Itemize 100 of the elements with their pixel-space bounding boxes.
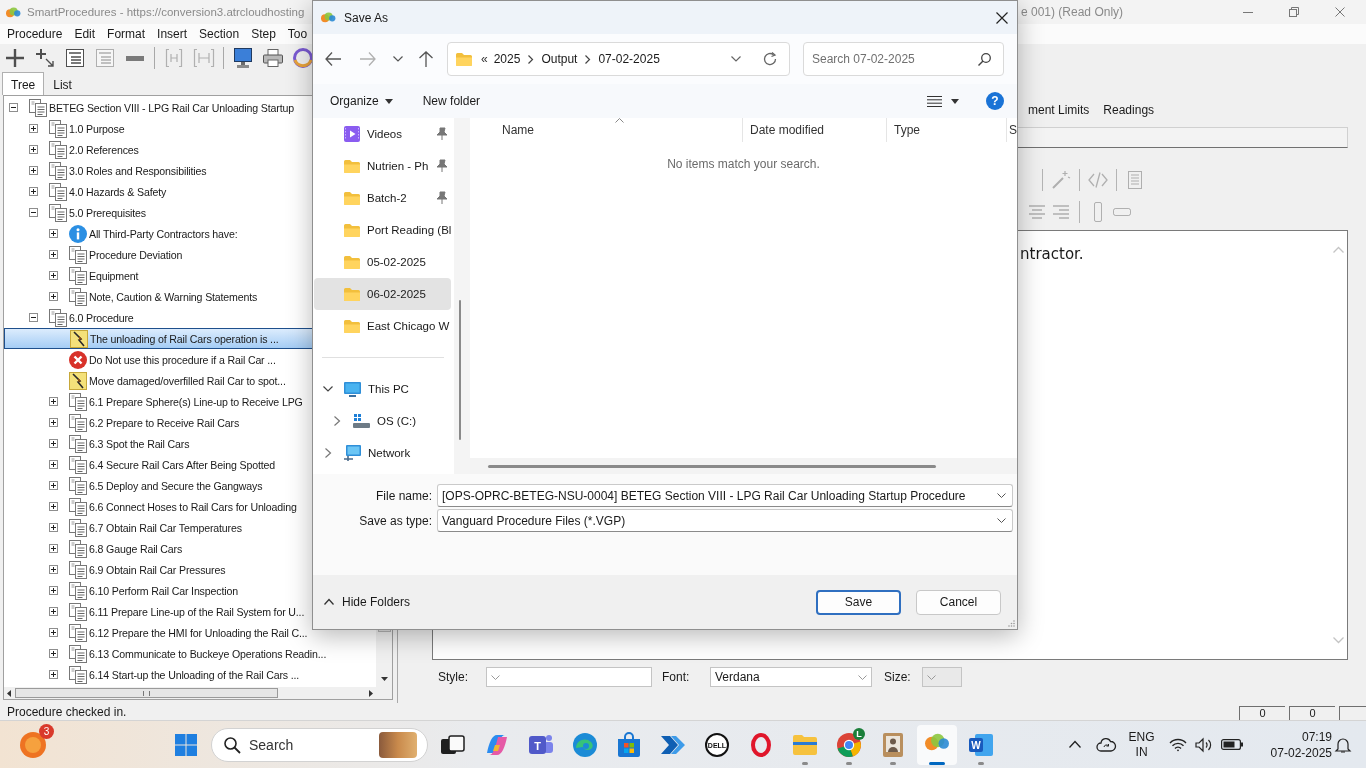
breadcrumb[interactable]: Output [541,52,578,66]
chevron-right-icon[interactable] [325,448,331,458]
taskbar-button[interactable]: T [521,724,561,765]
column-header[interactable]: Name [470,118,743,142]
scrollbar-thumb[interactable] [15,688,278,698]
column-header[interactable]: Type [887,118,1007,142]
tree-item[interactable]: 6.14 Start-up the Unloading of the Rail Cars ... [4,664,376,685]
expand-icon[interactable] [49,481,58,490]
tree-item[interactable]: 6.12 Prepare the HMI for Unloading the Rail C... [4,622,376,643]
breadcrumb[interactable]: 07-02-2025 [598,52,660,66]
expand-icon[interactable] [29,124,38,133]
vertical-scrollbar[interactable] [454,118,470,474]
horizontal-scrollbar[interactable] [470,458,1017,474]
expand-icon[interactable] [49,229,58,238]
tab[interactable]: Tree [2,72,45,95]
monitor-icon[interactable] [234,48,252,68]
tree-item[interactable]: Do Not use this procedure if a Rail Car ... [4,349,376,370]
refresh-icon[interactable] [763,52,777,66]
ring-icon[interactable] [293,48,313,68]
collapse-icon[interactable] [29,313,38,322]
plus-icon[interactable] [6,49,24,67]
help-button[interactable]: ? [986,92,1004,110]
taskbar-button[interactable]: W [961,724,1001,765]
wifi-icon[interactable] [1168,738,1187,751]
file-type-dropdown[interactable]: Vanguard Procedure Files (*.VGP) [437,509,1013,532]
expand-icon[interactable] [49,502,58,511]
expand-icon[interactable] [49,670,58,679]
sun-icon[interactable] [20,731,46,758]
expand-icon[interactable] [49,460,58,469]
printer-icon[interactable] [263,49,283,67]
file-name-field[interactable]: [OPS-OPRC-BETEG-NSU-0004] BETEG Section VIII - LPG Rail Car Unloading Startup Procedure [437,484,1013,507]
nav-item[interactable]: Network [314,437,451,469]
cancel-button[interactable]: Cancel [916,589,1001,615]
expand-icon[interactable] [49,586,58,595]
plus-arrow-icon[interactable] [36,49,54,67]
overflow-button[interactable]: « [481,52,488,66]
restore-icon[interactable] [1289,7,1299,17]
expand-icon[interactable] [29,166,38,175]
dropdown[interactable]: Verdana [710,667,872,687]
menu-item[interactable]: Format [101,27,152,41]
nav-item[interactable]: 06-02-2025 [314,278,451,310]
bell-icon[interactable] [1336,736,1350,753]
language-indicator[interactable]: ENG IN [1128,729,1155,760]
breadcrumb[interactable]: 2025 [493,52,521,66]
collapse-icon[interactable] [9,103,18,112]
toolbar-button[interactable]: Organize [330,94,393,108]
minimize-icon[interactable] [1243,11,1253,13]
tab[interactable]: ment Limits [1021,100,1097,120]
expand-icon[interactable] [49,565,58,574]
caret-down-icon[interactable] [951,98,959,104]
menu-item[interactable]: Step [245,27,282,41]
list-icon[interactable] [66,49,84,67]
toolbar-button[interactable]: New folder [422,94,481,108]
close-icon[interactable] [996,11,1008,24]
chevron-down-icon[interactable] [393,56,403,62]
expand-icon[interactable] [49,292,58,301]
expand-icon[interactable] [49,607,58,616]
search-field[interactable]: Search 07-02-2025 [803,42,1004,76]
tab[interactable]: Readings [1096,100,1162,120]
resize-grip-icon[interactable] [1008,620,1015,627]
chevron-right-icon[interactable] [334,416,340,426]
cloud-sync-icon[interactable] [1096,737,1115,752]
minus-icon[interactable] [126,55,144,61]
start-icon[interactable] [175,733,197,756]
expand-icon[interactable] [29,145,38,154]
up-arrow-icon[interactable] [419,51,433,67]
column-header[interactable]: S [1007,118,1017,142]
expand-icon[interactable] [49,439,58,448]
column-header[interactable]: Date modified [743,118,887,142]
menu-item[interactable]: Procedure [1,27,69,41]
save-button[interactable]: Save [816,589,901,615]
expand-icon[interactable] [49,397,58,406]
expand-icon[interactable] [49,649,58,658]
expand-icon[interactable] [49,628,58,637]
address-bar[interactable]: « 2025 Output 07-02-2025 [447,42,790,76]
expand-icon[interactable] [49,271,58,280]
expand-icon[interactable] [49,523,58,532]
list-view-icon[interactable] [927,95,942,107]
hide-folders-button[interactable]: Hide Folders [324,595,411,609]
tree-item[interactable]: 6.8 Gauge Rail Cars [4,538,376,559]
chevron-right-icon[interactable] [528,54,534,64]
search-field[interactable]: Search [211,727,428,762]
expand-icon[interactable] [49,544,58,553]
chevron-down-icon[interactable] [731,56,741,62]
tree-item[interactable]: 6.13 Communicate to Buckeye Operations Readin... [4,643,376,664]
chevron-right-icon[interactable] [585,54,591,64]
taskbar-button[interactable]: L [829,724,869,765]
menu-item[interactable]: Insert [151,27,194,41]
chevron-down-icon[interactable] [323,386,333,392]
menu-item[interactable]: Section [193,27,246,41]
tab[interactable]: List [44,74,81,95]
collapse-icon[interactable] [29,208,38,217]
battery-icon[interactable] [1220,739,1243,750]
menu-item[interactable]: Too [281,27,314,41]
tree-item[interactable]: 6.9 Obtain Rail Car Pressures [4,559,376,580]
tree-item[interactable]: 6.5 Deploy and Secure the Gangways [4,475,376,496]
chevron-up-icon[interactable] [1068,741,1081,748]
back-arrow-icon[interactable] [325,52,341,66]
clock[interactable]: 07:19 07-02-2025 [1270,728,1332,761]
scroll-down-icon[interactable] [380,677,388,681]
